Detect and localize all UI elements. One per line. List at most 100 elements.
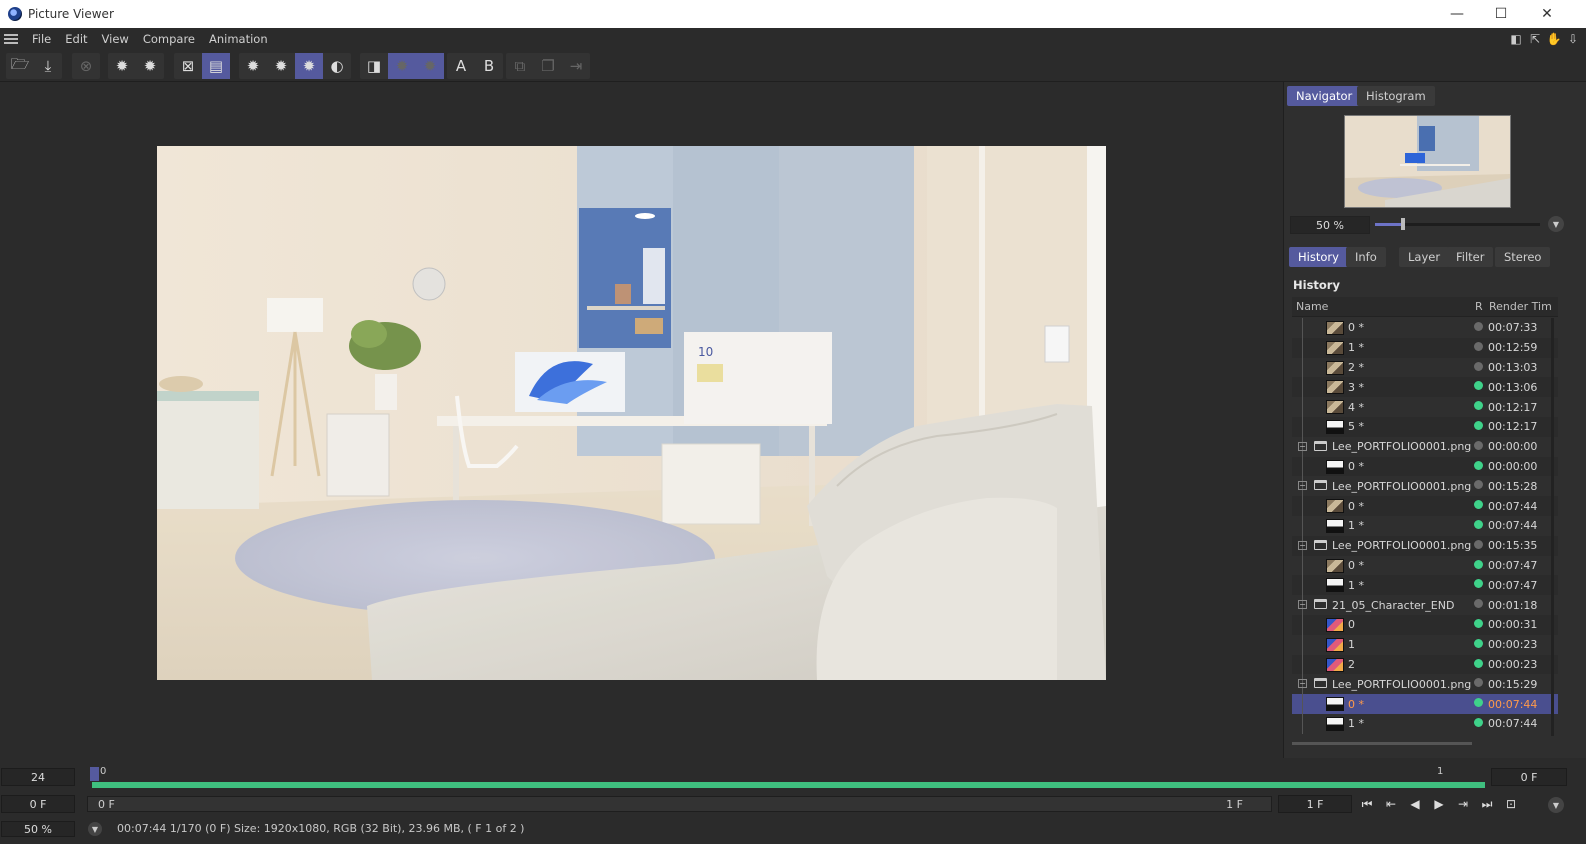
- history-item-row[interactable]: 0 * 00:07:44: [1292, 496, 1558, 516]
- set-b-button[interactable]: B: [475, 53, 503, 79]
- history-folder-row[interactable]: − Lee_PORTFOLIO0001.png 00:15:35: [1292, 535, 1558, 556]
- history-item-row[interactable]: 1 * 00:07:44: [1292, 713, 1558, 734]
- loop-mode-icon[interactable]: ⊡: [1499, 795, 1523, 813]
- history-item-row[interactable]: 1 00:00:23: [1292, 634, 1558, 655]
- menu-compare[interactable]: Compare: [143, 32, 195, 46]
- tab-histogram[interactable]: Histogram: [1357, 86, 1435, 106]
- compare-split-icon[interactable]: ◨: [360, 53, 388, 79]
- navigator-zoom-field[interactable]: 50 %: [1290, 216, 1370, 234]
- tree-connector-line: [1302, 515, 1303, 536]
- compare-b-icon[interactable]: ✹: [416, 53, 444, 79]
- overlay-icon[interactable]: ❐: [534, 53, 562, 79]
- next-key-icon[interactable]: ⇥: [1451, 795, 1475, 813]
- history-item-row[interactable]: 0 * 00:07:47: [1292, 555, 1558, 576]
- history-item-row[interactable]: 3 * 00:13:06: [1292, 377, 1558, 398]
- timeline-track[interactable]: [92, 768, 1485, 782]
- col-name-header[interactable]: Name: [1296, 300, 1328, 313]
- render-settings-icon[interactable]: ✹: [108, 53, 136, 79]
- current-frame-field[interactable]: 0 F: [1491, 768, 1567, 786]
- collapse-toggle-icon[interactable]: −: [1298, 600, 1307, 610]
- menu-file[interactable]: File: [32, 32, 51, 46]
- collapse-toggle-icon[interactable]: −: [1298, 679, 1307, 689]
- tab-filter[interactable]: Filter: [1447, 247, 1494, 267]
- pan-hand-icon[interactable]: ✋: [1547, 32, 1562, 46]
- minimize-button[interactable]: —: [1434, 0, 1480, 28]
- collapse-toggle-icon[interactable]: −: [1298, 481, 1307, 491]
- channel-r-icon[interactable]: ✹: [239, 53, 267, 79]
- status-zoom-chevron-icon[interactable]: ▼: [88, 822, 102, 836]
- panel-layout-icon[interactable]: ◧: [1509, 32, 1523, 46]
- history-row-label: 0 *: [1348, 499, 1364, 513]
- history-item-row[interactable]: 0 * 00:07:33: [1292, 318, 1558, 338]
- history-folder-row[interactable]: − Lee_PORTFOLIO0001.png 00:00:00: [1292, 436, 1558, 457]
- tree-connector-line: [1302, 654, 1303, 675]
- compare-a-icon[interactable]: ✹: [388, 53, 416, 79]
- alpha-channel-icon[interactable]: ◐: [323, 53, 351, 79]
- last-frame-icon[interactable]: ⏭: [1475, 795, 1499, 813]
- menu-edit[interactable]: Edit: [65, 32, 87, 46]
- render-region-icon[interactable]: ✹: [136, 53, 164, 79]
- end-frame-field[interactable]: 1 F: [1278, 795, 1352, 813]
- render-status-dot: [1474, 559, 1483, 569]
- clear-cache-icon[interactable]: ⊠: [174, 53, 202, 79]
- render-queue-icon[interactable]: ▤: [202, 53, 230, 79]
- history-item-row[interactable]: 0 00:00:31: [1292, 614, 1558, 635]
- timeline-playhead[interactable]: [90, 767, 99, 781]
- tab-navigator[interactable]: Navigator: [1287, 86, 1362, 106]
- history-item-row[interactable]: 2 * 00:13:03: [1292, 357, 1558, 378]
- hamburger-menu-icon[interactable]: [4, 34, 18, 44]
- history-horizontal-scrollbar[interactable]: [1292, 742, 1472, 745]
- preview-range-bar[interactable]: 0 F 1 F: [87, 796, 1272, 812]
- col-time-header[interactable]: Render Tim: [1489, 300, 1552, 313]
- fps-field[interactable]: 24: [1, 768, 75, 786]
- range-start-field[interactable]: 0 F: [1, 795, 75, 813]
- open-folder-icon[interactable]: 🗁: [6, 53, 34, 79]
- collapse-toggle-icon[interactable]: −: [1298, 540, 1307, 550]
- history-item-row[interactable]: 5 * 00:12:17: [1292, 416, 1558, 437]
- history-folder-row[interactable]: − Lee_PORTFOLIO0001.png 00:15:28: [1292, 476, 1558, 497]
- previous-key-icon[interactable]: ⇤: [1379, 795, 1403, 813]
- export-icon[interactable]: ⇥: [562, 53, 590, 79]
- play-icon[interactable]: ▶: [1427, 795, 1451, 813]
- menu-view[interactable]: View: [102, 32, 129, 46]
- channel-b-icon[interactable]: ✹: [295, 53, 323, 79]
- history-item-row[interactable]: 0 * 00:00:00: [1292, 456, 1558, 477]
- save-download-icon[interactable]: ⤓: [34, 53, 62, 79]
- previous-frame-icon[interactable]: ◀: [1403, 795, 1427, 813]
- render-thumbnail: [1326, 578, 1344, 593]
- history-list[interactable]: 0 * 00:07:33 1 * 00:12:59 2 * 00:13:03 3 * 00:1…: [1292, 318, 1558, 736]
- history-item-row[interactable]: 1 * 00:07:47: [1292, 575, 1558, 596]
- history-folder-row[interactable]: − 21_05_Character_END 00:01:18: [1292, 595, 1558, 615]
- channel-g-icon[interactable]: ✹: [267, 53, 295, 79]
- history-item-row[interactable]: 1 * 00:12:59: [1292, 337, 1558, 358]
- menu-animation[interactable]: Animation: [209, 32, 268, 46]
- pin-icon[interactable]: ⇩: [1566, 32, 1580, 46]
- navigator-thumbnail[interactable]: [1344, 115, 1511, 208]
- navigator-zoom-handle[interactable]: [1401, 218, 1406, 230]
- status-zoom-field[interactable]: 50 %: [1, 821, 75, 837]
- tab-history[interactable]: History: [1289, 247, 1348, 267]
- col-r-header[interactable]: R: [1475, 300, 1483, 313]
- image-viewport[interactable]: 10: [0, 82, 1282, 762]
- history-folder-row[interactable]: − Lee_PORTFOLIO0001.png 00:15:29: [1292, 674, 1558, 695]
- timeline-options-chevron-icon[interactable]: ▼: [1548, 797, 1564, 813]
- history-row-label: 1 *: [1348, 341, 1364, 355]
- history-item-row[interactable]: 2 00:00:23: [1292, 654, 1558, 675]
- render-status-dot: [1474, 361, 1483, 371]
- tab-stereo[interactable]: Stereo: [1495, 247, 1551, 267]
- swap-icon[interactable]: ⧉: [506, 53, 534, 79]
- maximize-button[interactable]: ☐: [1478, 0, 1524, 28]
- stop-render-icon[interactable]: ⊗: [72, 53, 100, 79]
- history-item-row[interactable]: 4 * 00:12:17: [1292, 397, 1558, 417]
- first-frame-icon[interactable]: ⏮: [1355, 795, 1379, 813]
- close-button[interactable]: ✕: [1524, 0, 1570, 28]
- chevron-down-icon[interactable]: ▼: [1548, 216, 1564, 232]
- history-item-row[interactable]: 0 * 00:07:44: [1292, 694, 1558, 714]
- collapse-toggle-icon[interactable]: −: [1298, 441, 1307, 451]
- tab-info[interactable]: Info: [1346, 247, 1386, 267]
- tab-layer[interactable]: Layer: [1399, 247, 1450, 267]
- open-external-icon[interactable]: ⇱: [1528, 32, 1542, 46]
- set-a-button[interactable]: A: [447, 53, 475, 79]
- history-item-row[interactable]: 1 * 00:07:44: [1292, 515, 1558, 536]
- history-vertical-scrollbar[interactable]: [1551, 318, 1554, 736]
